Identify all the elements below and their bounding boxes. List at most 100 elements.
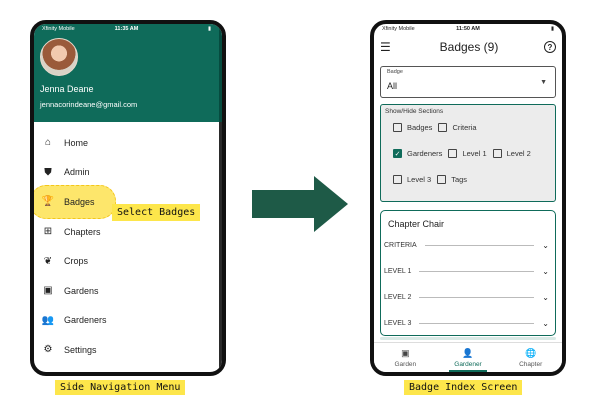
nav-tab-label: Chapter [519,360,543,368]
checkbox-box[interactable] [393,123,402,132]
checkbox-box[interactable] [437,175,447,184]
menu-item-home[interactable]: ⌂ Home [34,128,219,158]
menu-item-label: Chapters [64,226,101,237]
checkbox-row: Badges Criteria [393,123,483,132]
caption-side-navigation: Side Navigation Menu [55,380,186,395]
accordion-label: LEVEL 2 [384,293,412,301]
status-bar: Xfinity Mobile 11:50 AM ▮ [374,24,562,34]
nav-tab-chapter[interactable]: 🌐 Chapter [499,343,562,372]
checkbox-label: Gardeners [407,149,443,158]
help-icon[interactable]: ? [544,41,556,53]
divider [419,270,535,272]
globe-icon: 🌐 [525,347,537,358]
side-menu: ⌂ Home ⛊ Admin 🏆 Badges ⊞ Chapters ❦ Cro… [34,128,219,365]
menu-item-label: Gardeners [64,315,107,326]
menu-item-label: Home [64,137,89,148]
divider [424,244,535,246]
menu-item-label: Crops [64,256,89,267]
nav-tab-gardener[interactable]: 👤 Gardener [437,343,500,372]
people-icon: 👥 [41,314,55,326]
menu-item-settings[interactable]: ⚙ Settings [34,335,219,365]
checkbox-box[interactable] [393,175,402,184]
battery-icon: ▮ [550,26,554,32]
checkbox-label: Level 2 [506,149,531,158]
menu-item-admin[interactable]: ⛊ Admin [34,158,219,188]
checkbox-box[interactable] [438,123,448,132]
dropdown-caret-icon: ▼ [540,79,547,86]
caption-badge-index: Badge Index Screen [404,380,523,395]
nav-tab-label: Garden [394,360,417,368]
badge-card-title: Chapter Chair [388,219,445,229]
accordion-level-2[interactable]: LEVEL 2 ⌄ [384,291,549,303]
next-card-peek [380,337,556,340]
accordion-label: CRITERIA [384,241,417,249]
status-time: 11:35 AM [114,26,139,32]
menu-icon[interactable]: ☰ [380,40,394,54]
menu-item-crops[interactable]: ❦ Crops [34,246,219,276]
menu-item-chapters[interactable]: ⊞ Chapters [34,217,219,247]
checkbox-row: ✓ Gardeners Level 1 Level 2 [393,149,537,158]
user-name: Jenna Deane [40,84,94,94]
trophy-icon: 🏆 [41,196,55,208]
accordion-criteria[interactable]: CRITERIA ⌄ [384,239,549,251]
chevron-down-icon[interactable]: ⌄ [542,293,549,302]
status-bar: Xfinity Mobile 11:35 AM ▮ [34,24,219,34]
checkbox-label: Level 1 [462,149,487,158]
chevron-down-icon[interactable]: ⌄ [542,241,549,250]
badge-select[interactable]: Badge All ▼ [380,66,556,98]
chevron-down-icon[interactable]: ⌄ [542,319,549,328]
menu-item-gardeners[interactable]: 👥 Gardeners [34,306,219,336]
right-arrow-icon [252,176,348,232]
badge-select-label: Badge [387,69,403,75]
chapters-icon: ⊞ [43,226,53,238]
checkbox-level-2[interactable]: Level 2 [492,149,531,158]
scrim-top[interactable] [219,24,222,122]
menu-item-label: Gardens [64,285,99,296]
nav-tab-label: Gardener [454,360,482,368]
gear-icon: ⚙ [43,344,53,356]
accordion-label: LEVEL 3 [384,319,412,327]
avatar[interactable] [40,38,78,76]
checkbox-badges[interactable]: Badges [393,123,432,132]
admin-shield-icon: ⛊ [44,166,52,178]
battery-icon: ▮ [207,26,211,32]
menu-item-label: Badges [64,196,95,207]
carrier-text: Xfinity Mobile [42,26,75,32]
chevron-down-icon[interactable]: ⌄ [542,267,549,276]
person-icon: 👤 [462,347,474,358]
nav-tab-garden[interactable]: ▣ Garden [374,343,437,372]
garden-icon: ▣ [401,347,410,358]
checkbox-box[interactable] [492,149,502,158]
drawer-header: Xfinity Mobile 11:35 AM ▮ Jenna Deane je… [34,24,219,122]
checkbox-box[interactable] [448,149,458,158]
divider [419,296,535,298]
phone-badge-index: Xfinity Mobile 11:50 AM ▮ ☰ Badges (9) ?… [370,20,566,376]
checkbox-level-1[interactable]: Level 1 [448,149,487,158]
carrier-text: Xfinity Mobile [382,26,415,32]
status-time: 11:50 AM [456,26,480,32]
checkbox-label: Tags [451,175,468,184]
accordion-label: LEVEL 1 [384,267,412,275]
checkbox-level-3[interactable]: Level 3 [393,175,431,184]
checkbox-gardeners[interactable]: ✓ Gardeners [393,149,442,158]
checkmark-icon[interactable]: ✓ [393,149,402,158]
checkbox-row: Level 3 Tags [393,175,473,184]
checkbox-tags[interactable]: Tags [437,175,467,184]
user-email: jennacorindeane@gmail.com [40,100,138,109]
accordion-level-3[interactable]: LEVEL 3 ⌄ [384,317,549,329]
accordion-level-1[interactable]: LEVEL 1 ⌄ [384,265,549,277]
checkbox-label: Criteria [452,123,477,132]
garden-icon: ▣ [43,285,53,297]
divider [419,322,535,324]
scrim[interactable] [219,122,222,372]
checkbox-label: Level 3 [407,175,432,184]
home-icon: ⌂ [44,137,52,149]
menu-item-gardens[interactable]: ▣ Gardens [34,276,219,306]
checkbox-label: Badges [407,123,433,132]
checkbox-criteria[interactable]: Criteria [438,123,477,132]
show-hide-label: Show/Hide Sections [385,108,444,115]
phone-side-navigation: Xfinity Mobile 11:35 AM ▮ Jenna Deane je… [30,20,226,376]
menu-item-label: Admin [64,167,90,178]
sprout-icon: ❦ [43,255,53,267]
show-hide-sections: Show/Hide Sections Badges Criteria ✓ Gar… [380,104,556,202]
